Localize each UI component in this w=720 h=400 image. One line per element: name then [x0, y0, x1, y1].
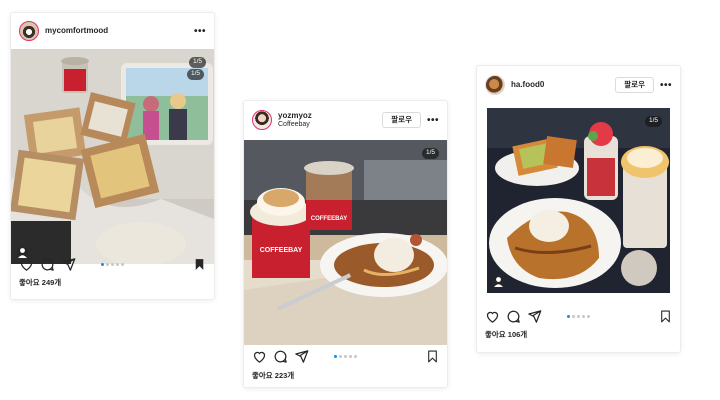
- carousel-dots: [244, 355, 447, 358]
- carousel-dots: [11, 263, 214, 266]
- food-photo-coffeebay: COFFEEBAY COFFEEBAY: [244, 140, 447, 345]
- carousel-dot: [582, 315, 585, 318]
- location-label[interactable]: Coffeebay: [278, 121, 312, 129]
- likes-count[interactable]: 좋아요 223개: [252, 370, 294, 381]
- cup-brand-text: COFFEEBAY: [260, 247, 303, 254]
- avatar[interactable]: [19, 21, 39, 41]
- cup-brand-text: COFFEEBAY: [311, 216, 347, 222]
- image-counter: 1/5: [421, 148, 439, 159]
- carousel-dot: [339, 355, 342, 358]
- carousel-dot: [349, 355, 352, 358]
- more-options-icon[interactable]: •••: [427, 115, 439, 126]
- post-header: ha.food0 팔로우 •••: [477, 66, 680, 104]
- image-counter: 1/5: [188, 57, 206, 68]
- food-photo-sandwiches: [11, 49, 214, 264]
- username[interactable]: yozmyoz: [278, 111, 312, 120]
- carousel-dot: [106, 263, 109, 266]
- post-header: mycomfortmood •••: [11, 13, 214, 49]
- person-tag-icon[interactable]: [493, 276, 504, 287]
- username[interactable]: mycomfortmood: [45, 26, 108, 35]
- carousel-dot: [334, 355, 337, 358]
- follow-button[interactable]: 팔로우: [382, 112, 421, 128]
- food-photo-dessert-table: [487, 108, 670, 293]
- post-card-ha-food0: ha.food0 팔로우 ••• 1/5 좋아요 106개: [477, 66, 680, 352]
- username[interactable]: ha.food0: [511, 80, 544, 89]
- inset-image-counter: 1/5: [186, 69, 204, 80]
- likes-count[interactable]: 좋아요 249개: [19, 277, 61, 288]
- likes-count[interactable]: 좋아요 106개: [485, 329, 527, 340]
- carousel-dot: [577, 315, 580, 318]
- image-counter: 1/5: [644, 116, 662, 127]
- carousel-dot: [587, 315, 590, 318]
- carousel-dot: [354, 355, 357, 358]
- follow-button[interactable]: 팔로우: [615, 77, 654, 93]
- carousel-dot: [111, 263, 114, 266]
- post-image[interactable]: 1/5 1/5: [11, 49, 214, 264]
- carousel-dot: [572, 315, 575, 318]
- post-card-mycomfortmood: mycomfortmood ••• 1/5 1/5 좋아요 249개: [11, 13, 214, 299]
- carousel-dot: [101, 263, 104, 266]
- post-header: yozmyoz Coffeebay 팔로우 •••: [244, 101, 447, 139]
- carousel-dots: [477, 315, 680, 318]
- avatar[interactable]: [252, 110, 272, 130]
- carousel-dot: [116, 263, 119, 266]
- more-options-icon[interactable]: •••: [194, 26, 206, 37]
- carousel-dot: [121, 263, 124, 266]
- post-image[interactable]: 1/5: [487, 108, 670, 293]
- carousel-dot: [567, 315, 570, 318]
- avatar[interactable]: [485, 75, 505, 95]
- carousel-dot: [344, 355, 347, 358]
- post-card-yozmyoz: yozmyoz Coffeebay 팔로우 ••• COFFEEBAY COFF…: [244, 101, 447, 387]
- more-options-icon[interactable]: •••: [660, 80, 672, 91]
- post-image[interactable]: COFFEEBAY COFFEEBAY 1/5: [244, 140, 447, 345]
